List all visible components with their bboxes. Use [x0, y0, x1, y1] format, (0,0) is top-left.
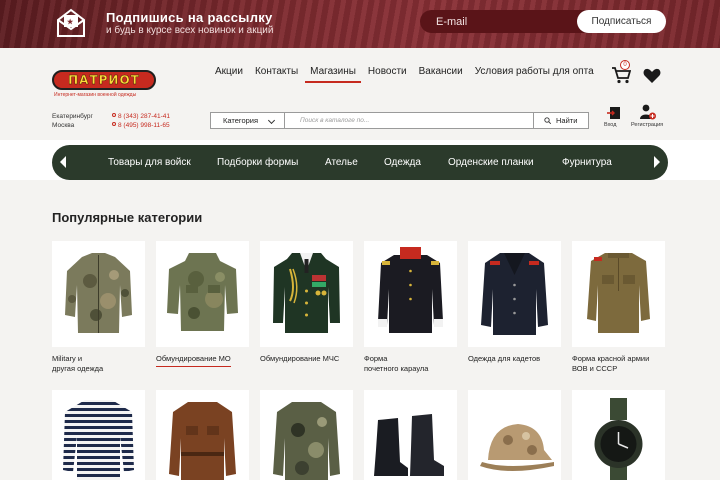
city-selector[interactable]: Екатеринбург Москва — [52, 112, 93, 130]
site-header: ПАТРИОТ Интернет-магазин военной одежды … — [0, 48, 720, 140]
phone-icon — [112, 122, 116, 126]
watch-image — [594, 398, 643, 480]
search-category-label: Категория — [223, 116, 259, 125]
category-card-watches[interactable] — [572, 390, 665, 480]
category-item-clothing[interactable]: Одежда — [384, 157, 421, 168]
newsletter-banner: ★ Подпишись на рассылку и будь в курсе в… — [0, 0, 720, 48]
search-button-label: Найти — [556, 116, 578, 125]
category-card-mchs-uniform[interactable] — [260, 241, 353, 347]
search-input[interactable] — [285, 113, 533, 128]
category-card-caps[interactable] — [468, 390, 561, 480]
favorites-heart-icon[interactable] — [643, 68, 661, 84]
city-ekaterinburg[interactable]: Екатеринбург — [52, 112, 93, 121]
card-label-cadets[interactable]: Одежда для кадетов — [468, 354, 568, 364]
phone-moscow[interactable]: 8 (495) 998-11-65 — [118, 121, 170, 130]
category-card-cadets[interactable] — [468, 241, 561, 347]
phone-ekaterinburg[interactable]: 8 (343) 287-41-41 — [118, 112, 170, 121]
category-card-boots[interactable] — [364, 390, 457, 480]
section-title: Популярные категории — [52, 210, 203, 225]
camo-cap-image — [480, 424, 554, 471]
email-field[interactable] — [420, 10, 600, 33]
chevron-right-icon[interactable] — [654, 156, 660, 168]
category-card-telnyashka[interactable] — [52, 390, 145, 480]
category-item-fittings[interactable]: Фурнитура — [562, 157, 612, 168]
card-label-line: почетного караула — [364, 364, 429, 373]
register-user-icon[interactable] — [640, 104, 656, 120]
logo-tagline: Интернет-магазин военной одежды — [54, 92, 137, 98]
search-category-select[interactable]: Категория — [211, 113, 285, 128]
mail-icon: ★ — [57, 8, 85, 37]
card-label-line: Обмундирование МО — [156, 354, 231, 363]
card-label-line: Обмундирование МЧС — [260, 354, 340, 363]
search-button[interactable]: Найти — [533, 113, 588, 128]
card-label-line: другая одежда — [52, 364, 104, 373]
category-card-camo-set[interactable] — [260, 390, 353, 480]
boots-image — [374, 414, 444, 476]
brown-tunic-image — [169, 402, 236, 480]
register-label[interactable]: Регистрация — [631, 122, 663, 128]
camo-jacket-image — [65, 253, 132, 333]
cart-count-badge: 0 — [620, 60, 630, 70]
category-item-atelier[interactable]: Ателье — [325, 157, 358, 168]
nav-item-promotions[interactable]: Акции — [210, 66, 248, 83]
card-label-line: Одежда для кадетов — [468, 354, 541, 363]
category-card-honor-guard[interactable] — [364, 241, 457, 347]
cadet-jacket-image — [481, 253, 548, 335]
card-label-mchs-uniform[interactable]: Обмундирование МЧС — [260, 354, 360, 364]
chevron-left-icon[interactable] — [60, 156, 66, 168]
card-label-line: Military и — [52, 354, 83, 363]
logo[interactable]: ПАТРИОТ — [52, 70, 156, 90]
category-card-leather-jacket[interactable] — [156, 390, 249, 480]
phone-list: 8 (343) 287-41-41 8 (495) 998-11-65 — [118, 112, 170, 130]
card-label-line: Форма красной армии — [572, 354, 650, 363]
card-label-honor-guard[interactable]: Форма почетного караула — [364, 354, 464, 374]
login-icon[interactable] — [607, 106, 621, 120]
card-label-line: Форма — [364, 354, 388, 363]
card-label-red-army[interactable]: Форма красной армии ВОВ и СССР — [572, 354, 672, 374]
main-nav: Акции Контакты Магазины Новости Вакансии… — [210, 66, 601, 83]
search-bar: Категория Найти — [210, 112, 589, 129]
phone-icon — [112, 113, 116, 117]
chevron-down-icon — [267, 116, 276, 125]
camo-jacket-image — [273, 402, 340, 480]
svg-text:★: ★ — [67, 18, 74, 26]
category-item-uniform-sets[interactable]: Подборки формы — [217, 157, 298, 168]
dress-uniform-image — [273, 253, 340, 333]
login-label[interactable]: Вход — [604, 122, 616, 128]
card-label-line: ВОВ и СССР — [572, 364, 618, 373]
logo-text: ПАТРИОТ — [68, 73, 140, 87]
nav-item-news[interactable]: Новости — [363, 66, 412, 83]
gymnastyorka-image — [587, 253, 650, 333]
army-jacket-image — [167, 253, 238, 331]
category-item-troops[interactable]: Товары для войск — [108, 157, 191, 168]
search-icon — [544, 117, 551, 124]
category-card-red-army[interactable] — [572, 241, 665, 347]
banner-subtitle: и будь в курсе всех новинок и акций — [106, 25, 274, 36]
category-card-military[interactable] — [52, 241, 145, 347]
subscribe-button[interactable]: Подписаться — [577, 10, 666, 33]
card-label-mo-uniform[interactable]: Обмундирование МО — [156, 354, 231, 367]
nav-item-wholesale[interactable]: Условия работы для опта — [470, 66, 599, 83]
nav-item-stores[interactable]: Магазины — [305, 66, 361, 83]
banner-title: Подпишись на рассылку — [106, 10, 273, 25]
nav-item-contacts[interactable]: Контакты — [250, 66, 303, 83]
striped-shirt-image — [63, 400, 134, 480]
category-item-ribbon-bars[interactable]: Орденские планки — [448, 157, 534, 168]
nav-item-vacancies[interactable]: Вакансии — [414, 66, 468, 83]
card-label-military[interactable]: Military и другая одежда — [52, 354, 152, 374]
category-card-mo-uniform[interactable] — [156, 241, 249, 347]
city-moscow[interactable]: Москва — [52, 121, 93, 130]
guard-uniform-image — [378, 247, 443, 333]
